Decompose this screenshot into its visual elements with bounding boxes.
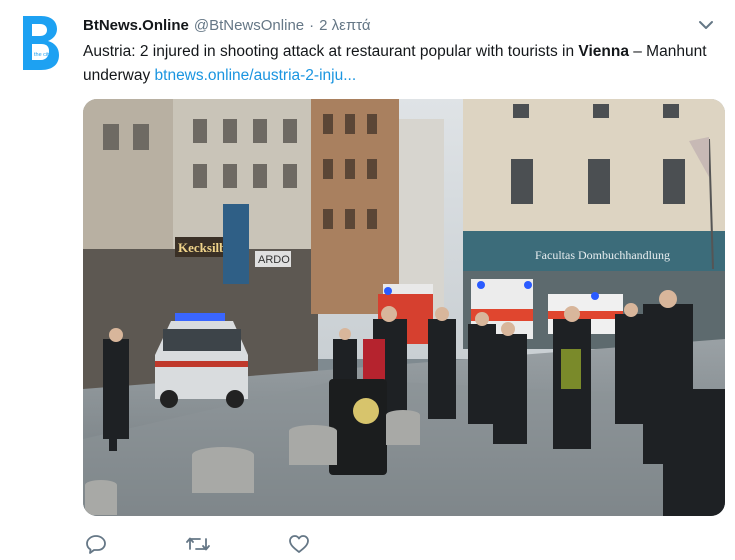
tweet-actions	[83, 530, 403, 558]
tweet-header: BtNews.Online @BtNewsOnline · 2 λεπτά	[83, 14, 715, 36]
tweet-photo[interactable]: Facultas Dombuchhandlung Kecksilber ARDO	[83, 99, 725, 516]
tweet-text-part-1: Austria: 2 injured in shooting attack at…	[83, 43, 579, 60]
tweet-text: Austria: 2 injured in shooting attack at…	[83, 40, 723, 88]
avatar-caption: the city	[34, 52, 52, 58]
reply-icon[interactable]	[82, 530, 110, 558]
store-sign: Facultas Dombuchhandlung	[535, 248, 670, 262]
avatar[interactable]: B the city	[17, 14, 61, 72]
chevron-down-icon[interactable]	[697, 16, 715, 34]
timestamp[interactable]: 2 λεπτά	[319, 17, 370, 34]
shop-sign: ARDO	[258, 254, 290, 266]
separator: ·	[309, 16, 315, 34]
tweet-link[interactable]: btnews.online/austria-2-inju...	[155, 67, 357, 84]
tweet-text-bold: Vienna	[578, 43, 629, 60]
like-icon[interactable]	[285, 530, 313, 558]
user-handle[interactable]: @BtNewsOnline	[194, 17, 304, 34]
display-name[interactable]: BtNews.Online	[83, 17, 189, 34]
retweet-icon[interactable]	[184, 530, 212, 558]
